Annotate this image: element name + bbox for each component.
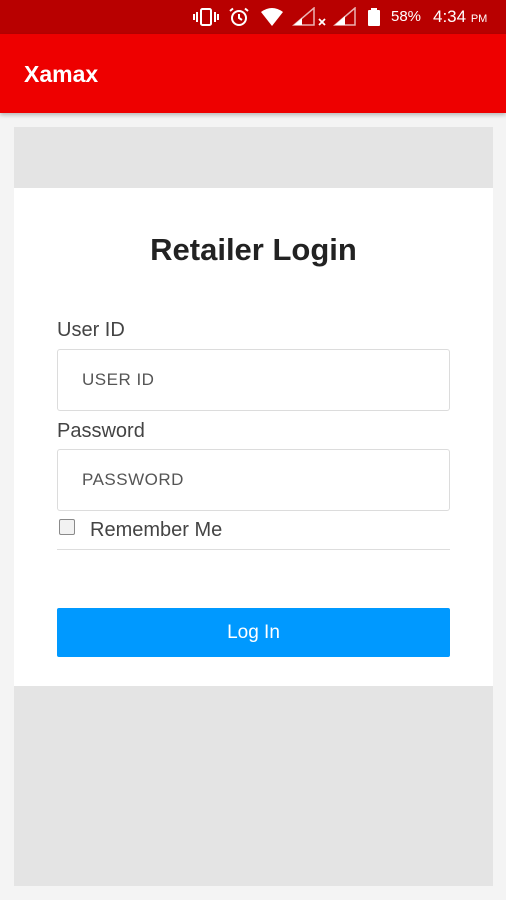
password-label: Password — [57, 420, 145, 442]
login-title: Retailer Login — [150, 232, 357, 267]
alarm-icon — [229, 7, 249, 26]
signal-icon — [333, 7, 356, 26]
app-bar: Xamax — [0, 34, 506, 113]
clock-time: 4:34 — [433, 7, 467, 26]
remember-me-label[interactable]: Remember Me — [90, 518, 222, 542]
remember-me-row[interactable]: Remember Me — [57, 513, 450, 550]
status-bar: 58% 4:34 PM — [0, 0, 506, 34]
vibrate-icon — [193, 8, 219, 26]
user-id-input[interactable] — [57, 349, 450, 411]
wifi-icon — [261, 8, 283, 26]
status-clock: 4:34 PM — [433, 7, 487, 29]
header-spacer — [14, 127, 493, 188]
signal-no-data-icon — [292, 7, 326, 26]
clock-ampm: PM — [470, 13, 488, 25]
battery-percentage: 58% — [391, 8, 422, 25]
login-button[interactable]: Log In — [57, 608, 450, 657]
user-id-label: User ID — [57, 319, 125, 341]
footer-spacer — [14, 686, 493, 886]
app-title: Xamax — [24, 61, 99, 87]
login-card: Retailer Login User ID Password Remember… — [14, 188, 493, 686]
battery-icon — [368, 8, 380, 26]
password-input[interactable] — [57, 449, 450, 511]
remember-me-checkbox[interactable] — [59, 519, 75, 535]
